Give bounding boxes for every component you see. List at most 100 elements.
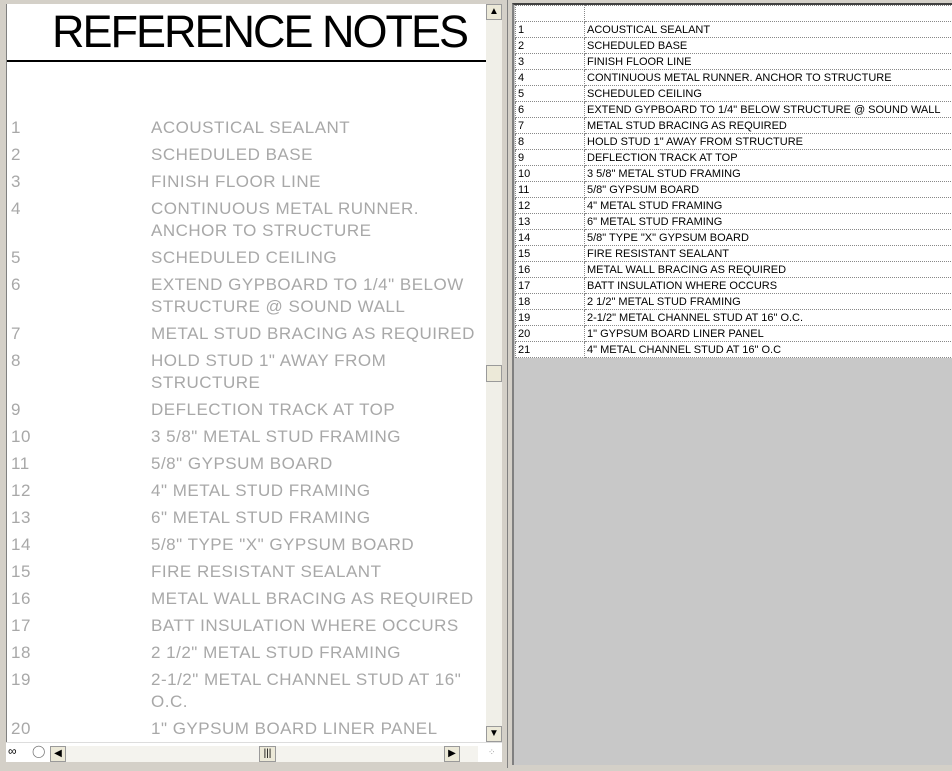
row-number[interactable]: 3: [515, 53, 585, 70]
table-row[interactable]: 10 3 5/8" METAL STUD FRAMING: [515, 165, 952, 182]
glasses-icon[interactable]: ∞: [8, 744, 17, 758]
scroll-left-button[interactable]: ◀: [50, 746, 66, 762]
row-description[interactable]: 3 5/8" METAL STUD FRAMING: [584, 165, 952, 182]
row-number[interactable]: 8: [515, 133, 585, 150]
note-text: 6" METAL STUD FRAMING: [151, 508, 371, 527]
note-text: HOLD STUD 1" AWAY FROM STRUCTURE: [151, 351, 387, 392]
note-text: 5/8" GYPSUM BOARD: [151, 454, 333, 473]
row-description[interactable]: 1" GYPSUM BOARD LINER PANEL: [584, 325, 952, 342]
row-number[interactable]: 16: [515, 261, 585, 278]
scroll-right-button[interactable]: ▶: [444, 746, 460, 762]
table-row[interactable]: 6 EXTEND GYPBOARD TO 1/4" BELOW STRUCTURE…: [515, 101, 952, 118]
row-number[interactable]: 5: [515, 85, 585, 102]
table-row[interactable]: 13 6" METAL STUD FRAMING: [515, 213, 952, 230]
row-number[interactable]: 17: [515, 277, 585, 294]
row-description[interactable]: SCHEDULED CEILING: [584, 85, 952, 102]
table-row[interactable]: 16 METAL WALL BRACING AS REQUIRED: [515, 261, 952, 278]
table-row[interactable]: 18 2 1/2" METAL STUD FRAMING: [515, 293, 952, 310]
row-number[interactable]: 2: [515, 37, 585, 54]
row-number[interactable]: 6: [515, 101, 585, 118]
drawing-pane: REFERENCE NOTES 1 ACOUSTICAL SEALANT 2 SCHE…: [0, 0, 508, 768]
row-number[interactable]: 13: [515, 213, 585, 230]
note-text: FINISH FLOOR LINE: [151, 172, 322, 191]
table-row[interactable]: 17 BATT INSULATION WHERE OCCURS: [515, 277, 952, 294]
vertical-scroll-thumb[interactable]: [486, 365, 502, 382]
row-description[interactable]: ACOUSTICAL SEALANT: [584, 21, 952, 38]
table-row[interactable]: 20 1" GYPSUM BOARD LINER PANEL: [515, 325, 952, 342]
table-row[interactable]: 5 SCHEDULED CEILING: [515, 85, 952, 102]
note-number: 11: [11, 454, 30, 473]
note-number: 6: [11, 275, 21, 294]
table-row[interactable]: 1 ACOUSTICAL SEALANT: [515, 21, 952, 38]
row-description[interactable]: HOLD STUD 1" AWAY FROM STRUCTURE: [584, 133, 952, 150]
horizontal-scrollbar[interactable]: ◀ ||| ▶: [50, 746, 478, 762]
table-row[interactable]: 4 CONTINUOUS METAL RUNNER. ANCHOR TO STRU…: [515, 69, 952, 86]
row-number[interactable]: 20: [515, 325, 585, 342]
row-description[interactable]: SCHEDULED BASE: [584, 37, 952, 54]
note-text: 2-1/2" METAL CHANNEL STUD AT 16" O.C.: [151, 670, 462, 711]
note-number: 18: [11, 643, 31, 662]
row-description[interactable]: METAL STUD BRACING AS REQUIRED: [584, 117, 952, 134]
row-description[interactable]: 5/8" TYPE "X" GYPSUM BOARD: [584, 229, 952, 246]
row-description[interactable]: DEFLECTION TRACK AT TOP: [584, 149, 952, 166]
note-item: 11 5/8" GYPSUM BOARD: [7, 453, 486, 475]
table-row[interactable]: 12 4" METAL STUD FRAMING: [515, 197, 952, 214]
horizontal-scroll-thumb[interactable]: |||: [259, 746, 276, 762]
note-text: BATT INSULATION WHERE OCCURS: [151, 616, 459, 635]
scroll-down-button[interactable]: ▼: [486, 726, 502, 742]
resize-grip-icon[interactable]: ⁘: [488, 747, 496, 758]
note-text: FIRE RESISTANT SEALANT: [151, 562, 382, 581]
row-number[interactable]: 15: [515, 245, 585, 262]
drawing-canvas[interactable]: REFERENCE NOTES 1 ACOUSTICAL SEALANT 2 SCHE…: [6, 4, 486, 742]
table-row[interactable]: 19 2-1/2" METAL CHANNEL STUD AT 16" O.C.: [515, 309, 952, 326]
row-description[interactable]: 4" METAL CHANNEL STUD AT 16" O.C: [584, 341, 952, 358]
lightbulb-icon[interactable]: ◯: [32, 744, 45, 758]
row-number[interactable]: 1: [515, 21, 585, 38]
note-text: ACOUSTICAL SEALANT: [151, 118, 351, 137]
row-description[interactable]: 5/8" GYPSUM BOARD: [584, 181, 952, 198]
table-row[interactable]: 3 FINISH FLOOR LINE: [515, 53, 952, 70]
table-row[interactable]: 11 5/8" GYPSUM BOARD: [515, 181, 952, 198]
note-item: 9 DEFLECTION TRACK AT TOP: [7, 399, 486, 421]
note-number: 1: [11, 118, 21, 137]
note-item: 16 METAL WALL BRACING AS REQUIRED: [7, 588, 486, 610]
row-number[interactable]: 18: [515, 293, 585, 310]
note-item: 6 EXTEND GYPBOARD TO 1/4" BELOW STRUCTURE…: [7, 274, 486, 318]
notes-table-pane: 1 ACOUSTICAL SEALANT 2 SCHEDULED BASE 3 FINIS…: [512, 3, 952, 765]
table-header-row: [515, 5, 952, 22]
scroll-up-button[interactable]: ▲: [486, 4, 502, 20]
table-row[interactable]: 14 5/8" TYPE "X" GYPSUM BOARD: [515, 229, 952, 246]
row-description[interactable]: BATT INSULATION WHERE OCCURS: [584, 277, 952, 294]
row-number[interactable]: 7: [515, 117, 585, 134]
table-row[interactable]: 9 DEFLECTION TRACK AT TOP: [515, 149, 952, 166]
row-number[interactable]: 9: [515, 149, 585, 166]
note-item: 12 4" METAL STUD FRAMING: [7, 480, 486, 502]
row-description[interactable]: 2-1/2" METAL CHANNEL STUD AT 16" O.C.: [584, 309, 952, 326]
row-description[interactable]: METAL WALL BRACING AS REQUIRED: [584, 261, 952, 278]
row-description[interactable]: FIRE RESISTANT SEALANT: [584, 245, 952, 262]
row-number[interactable]: 12: [515, 197, 585, 214]
row-description[interactable]: FINISH FLOOR LINE: [584, 53, 952, 70]
note-item: 4 CONTINUOUS METAL RUNNER. ANCHOR TO STRU…: [7, 198, 486, 242]
table-row[interactable]: 21 4" METAL CHANNEL STUD AT 16" O.C: [515, 341, 952, 358]
table-row[interactable]: 7 METAL STUD BRACING AS REQUIRED: [515, 117, 952, 134]
note-number: 8: [11, 351, 21, 370]
row-number[interactable]: 14: [515, 229, 585, 246]
row-number[interactable]: 11: [515, 181, 585, 198]
row-number[interactable]: 21: [515, 341, 585, 358]
table-row[interactable]: 2 SCHEDULED BASE: [515, 37, 952, 54]
row-number[interactable]: 10: [515, 165, 585, 182]
note-text: 5/8" TYPE "X" GYPSUM BOARD: [151, 535, 415, 554]
note-text: SCHEDULED BASE: [151, 145, 313, 164]
row-number[interactable]: 19: [515, 309, 585, 326]
row-description[interactable]: EXTEND GYPBOARD TO 1/4" BELOW STRUCTURE …: [584, 101, 952, 118]
row-description[interactable]: 6" METAL STUD FRAMING: [584, 213, 952, 230]
row-description[interactable]: 4" METAL STUD FRAMING: [584, 197, 952, 214]
table-row[interactable]: 15 FIRE RESISTANT SEALANT: [515, 245, 952, 262]
note-text: EXTEND GYPBOARD TO 1/4" BELOW STRUCTURE …: [151, 275, 464, 316]
row-description[interactable]: CONTINUOUS METAL RUNNER. ANCHOR TO STRUC…: [584, 69, 952, 86]
note-number: 4: [11, 199, 21, 218]
row-description[interactable]: 2 1/2" METAL STUD FRAMING: [584, 293, 952, 310]
table-row[interactable]: 8 HOLD STUD 1" AWAY FROM STRUCTURE: [515, 133, 952, 150]
row-number[interactable]: 4: [515, 69, 585, 86]
